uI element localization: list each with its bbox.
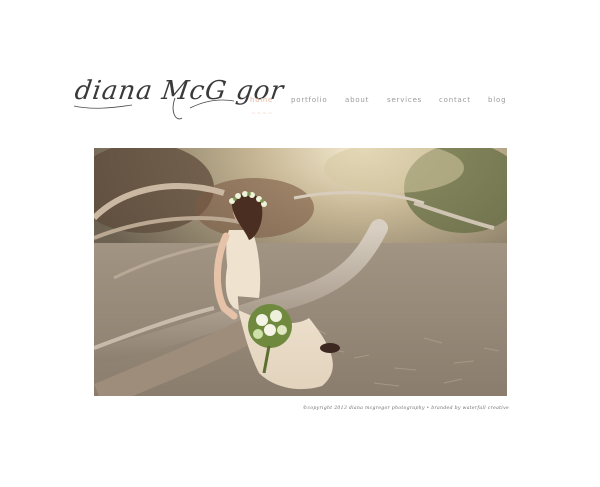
nav-contact[interactable]: contact [439,96,471,104]
photo-illustration [94,148,507,396]
footer-copyright: ©copyright 2013 diana mcgregor photograp… [302,406,509,411]
logo-swash-icon [73,97,235,120]
main-nav: home ~~~~ portfolio about services conta… [247,96,512,122]
page: diana McG gor home ~~~~ portfolio about … [0,0,600,487]
nav-home-underline: ~~~~ [251,110,274,117]
nav-portfolio[interactable]: portfolio [291,96,327,104]
nav-services[interactable]: services [387,96,422,104]
nav-home[interactable]: home [250,96,273,104]
nav-about[interactable]: about [345,96,369,104]
site-logo[interactable]: diana McG gor [72,68,286,130]
featured-photo [94,148,507,396]
nav-blog[interactable]: blog [488,96,506,104]
